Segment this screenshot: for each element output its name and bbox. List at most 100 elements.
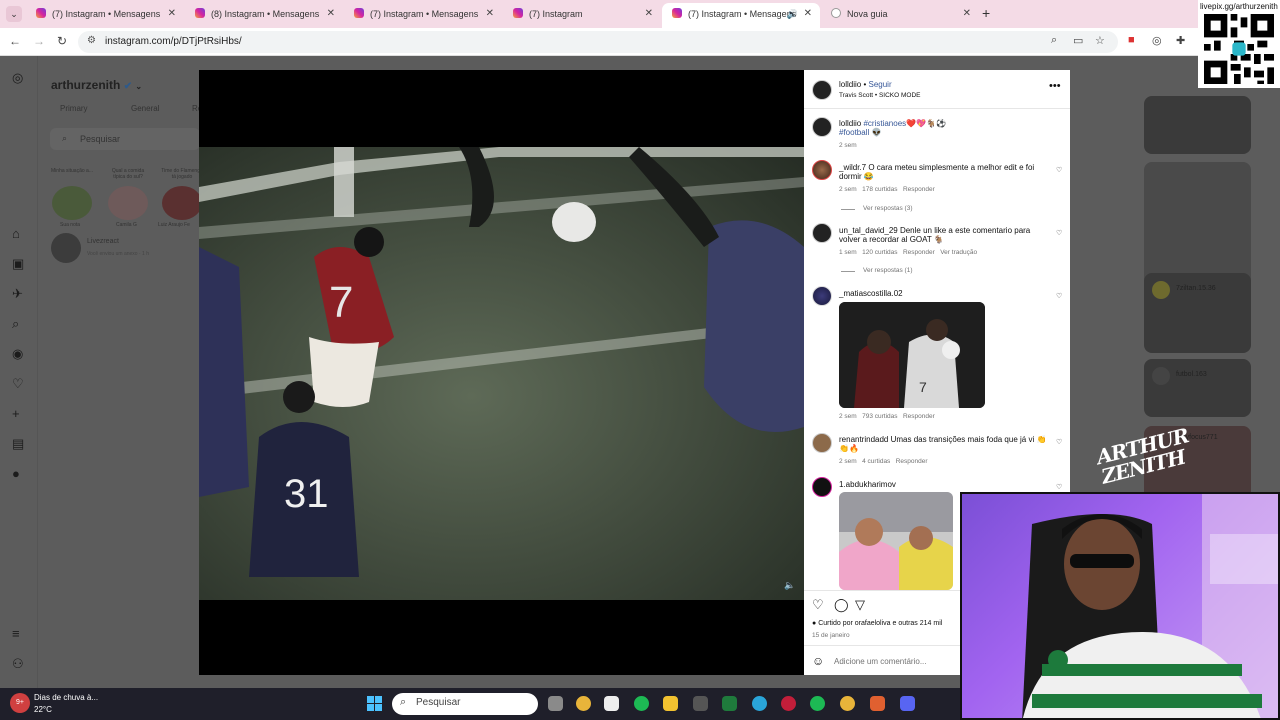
messages-icon[interactable]: ✈ (12, 286, 23, 302)
author-avatar[interactable] (812, 117, 832, 137)
notifications-heart-icon[interactable]: ♡ (12, 376, 24, 392)
close-icon[interactable]: ✕ (486, 3, 494, 25)
comment-bubble-icon[interactable]: ◯ (834, 597, 849, 613)
profile-avatar-icon[interactable]: ● (12, 466, 20, 481)
reply-button[interactable]: Responder (903, 249, 935, 256)
new-tab-button[interactable]: + (982, 5, 990, 21)
tab-new[interactable]: Nova guia ✕ (821, 3, 979, 28)
caption-username[interactable]: lolldiio (839, 119, 861, 128)
tab-primary[interactable]: Primary (60, 104, 88, 113)
translate-button[interactable]: Ver tradução (940, 249, 977, 256)
forward-icon[interactable]: → (33, 34, 45, 48)
speaker-icon[interactable]: 🔊 (787, 3, 798, 25)
reload-icon[interactable]: ↻ (57, 34, 67, 48)
view-replies-button[interactable]: Ver respostas (1) (863, 267, 913, 274)
reply-button[interactable]: Responder (903, 413, 935, 420)
reels-icon[interactable]: ▣ (12, 256, 24, 272)
tab-search-dropdown[interactable]: ⌄ (6, 6, 22, 22)
close-icon[interactable]: ✕ (168, 3, 176, 25)
commenter-avatar[interactable] (812, 223, 832, 243)
hashtag-link[interactable]: #football (839, 128, 869, 137)
discord-icon[interactable] (900, 696, 915, 711)
close-icon[interactable]: ✕ (327, 3, 335, 25)
menu-icon[interactable]: ≡ (12, 626, 20, 641)
feed-card[interactable] (1144, 96, 1251, 154)
add-comment-input[interactable]: Adicione um comentário... (834, 657, 927, 666)
opera-icon[interactable] (781, 696, 796, 711)
view-replies-button[interactable]: Ver respostas (3) (863, 205, 913, 212)
weather-icon[interactable]: 9+ (10, 693, 30, 713)
feed-card[interactable]: 7ziltan.15.36 (1144, 273, 1251, 353)
liked-by[interactable]: ● Curtido por orafaeloliva e outras 214 … (812, 620, 942, 627)
puzzle-icon[interactable]: ✚ (1176, 34, 1185, 47)
note-avatar[interactable] (52, 186, 92, 220)
instagram-logo-icon[interactable]: ◎ (12, 70, 23, 86)
close-icon[interactable]: ✕ (804, 3, 812, 25)
audio-track[interactable]: Travis Scott • SICKO MODE (839, 92, 921, 99)
commenter-avatar[interactable] (812, 160, 832, 180)
dashboard-icon[interactable]: ▤ (12, 436, 24, 452)
bookmark-star-icon[interactable]: ☆ (1095, 34, 1105, 47)
share-send-icon[interactable]: ▽ (855, 597, 865, 613)
edge-icon[interactable] (752, 696, 767, 711)
meta-apps-icon[interactable]: ⚇ (12, 656, 24, 672)
close-icon[interactable]: ✕ (963, 3, 971, 25)
tab-general[interactable]: General (131, 104, 159, 113)
commenter-avatar[interactable] (812, 477, 832, 497)
extension-icon[interactable]: ■ (1128, 34, 1135, 46)
tab-instagram-3[interactable]: (7) Instagram • Mensagens ✕ (344, 3, 502, 28)
windows-start-icon[interactable] (367, 696, 383, 712)
home-icon[interactable]: ⌂ (12, 226, 20, 241)
post-author[interactable]: lolldiio • Seguir (839, 80, 892, 89)
comment-username[interactable]: un_tal_david_29 (839, 226, 898, 235)
file-explorer-icon[interactable] (663, 696, 678, 711)
like-heart-icon[interactable]: ♡ (812, 597, 824, 613)
app-icon[interactable] (693, 696, 708, 711)
weather-widget[interactable]: Dias de chuva à... 22°C (34, 693, 98, 714)
cast-icon[interactable]: ▭ (1073, 34, 1083, 47)
zoom-icon[interactable]: ⌕ (1051, 34, 1057, 47)
taskbar-search-input[interactable]: ⌕ Pesquisar (392, 693, 538, 715)
like-comment-heart-icon[interactable]: ♡ (1056, 292, 1062, 300)
feed-card[interactable] (1144, 162, 1251, 286)
emoji-icon[interactable]: ☺ (812, 654, 824, 668)
reply-button[interactable]: Responder (903, 186, 935, 193)
chrome-icon[interactable] (576, 696, 591, 711)
chrome-icon[interactable] (840, 696, 855, 711)
tab-instagram-2[interactable]: (8) Instagram • Mensagens ✕ (185, 3, 343, 28)
capcut-icon[interactable] (604, 696, 619, 711)
excel-icon[interactable] (722, 696, 737, 711)
thread-name[interactable]: Livezreact (87, 238, 119, 245)
like-comment-heart-icon[interactable]: ♡ (1056, 166, 1062, 174)
comment-username[interactable]: _matiascostilla.02 (839, 289, 903, 298)
extension-icon[interactable]: ◎ (1152, 34, 1162, 47)
task-view-icon[interactable] (548, 696, 563, 711)
site-info-icon[interactable]: ⚙ (87, 35, 96, 46)
tab-instagram-active[interactable]: (7) Instagram • Mensagens 🔊 ✕ (662, 3, 820, 28)
like-comment-heart-icon[interactable]: ♡ (1056, 229, 1062, 237)
back-icon[interactable]: ← (9, 34, 21, 48)
more-options-icon[interactable]: ••• (1049, 80, 1061, 92)
hashtag-link[interactable]: #cristianoes (863, 119, 906, 128)
search-icon[interactable]: ⌕ (12, 316, 19, 332)
note-avatar[interactable] (108, 186, 148, 220)
commenter-avatar[interactable] (812, 433, 832, 453)
spotify-icon[interactable] (810, 696, 825, 711)
close-icon[interactable]: ✕ (645, 3, 653, 25)
url-field[interactable]: ⚙ instagram.com/p/DTjPtRsiHbs/ (78, 31, 1118, 53)
note-avatar[interactable] (162, 186, 202, 220)
comment-image[interactable] (839, 492, 953, 590)
follow-button[interactable]: Seguir (868, 80, 891, 89)
comment-username[interactable]: 1.abdukharimov (839, 480, 896, 489)
dm-search-input[interactable]: ⌕ Pesquisar (50, 128, 200, 150)
comment-username[interactable]: renantrindadd (839, 435, 888, 444)
spotify-icon[interactable] (634, 696, 649, 711)
app-icon[interactable] (870, 696, 885, 711)
tab-instagram-4[interactable]: (7) Instagram ✕ (503, 3, 661, 28)
comment-username[interactable]: _wildr.7 (839, 163, 866, 172)
avatar[interactable] (51, 233, 81, 263)
explore-icon[interactable]: ◉ (12, 346, 23, 362)
author-avatar[interactable] (812, 80, 832, 100)
tab-instagram-1[interactable]: (7) Instagram • Mensagens ✕ (26, 3, 184, 28)
dm-username[interactable]: arthurzenith ✔ ⌄ (51, 78, 142, 92)
